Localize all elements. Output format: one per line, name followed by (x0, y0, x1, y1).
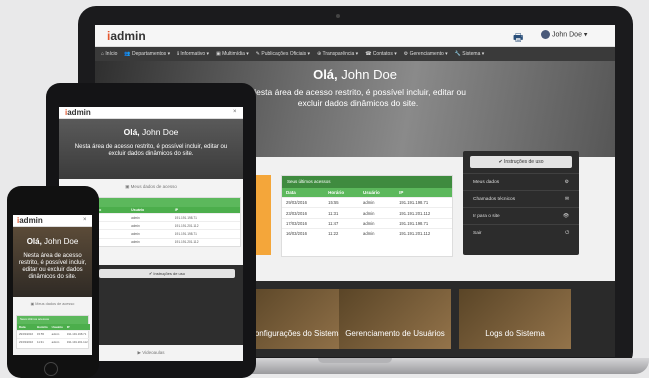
table-cell: 191.191.198.71 (395, 217, 452, 229)
table-cell: admin (359, 228, 396, 239)
side-item-sair[interactable]: Sair ⏻ (463, 224, 579, 241)
phone-logo[interactable]: iadmin (17, 216, 43, 225)
table-cell: admin (49, 337, 65, 346)
table-cell: admin (49, 330, 65, 339)
close-icon[interactable]: × (83, 217, 87, 223)
table-cell: 191.191.198.71 (171, 229, 240, 239)
table-cell: 15:55 (35, 330, 50, 339)
table-cell: 17/03/2016 (282, 217, 325, 229)
phone-home-button[interactable] (44, 362, 58, 376)
card-logs[interactable]: Logs do Sistema (459, 289, 571, 349)
table-cell: 29/03/2016 (17, 330, 35, 339)
laptop-logo[interactable]: iadmin (107, 29, 146, 43)
table-cell: 191.191.201.112 (171, 221, 240, 230)
table-cell: admin (128, 237, 172, 246)
access-table: Seus últimos acessos Data Horário Usuári… (281, 175, 453, 257)
col-header: Horário (324, 188, 360, 198)
hero-text: Nesta área de acesso restrito, é possíve… (250, 87, 466, 108)
laptop-camera (336, 14, 340, 18)
side-item-meus-dados[interactable]: Meus dados ⚙ (463, 173, 579, 190)
table-cell: 191.191.201.112 (395, 207, 452, 219)
laptop-notch (318, 358, 392, 363)
phone-table-title: Seus últimos acessos (17, 316, 88, 324)
table-row: 23/03/2016 11:31 admin 191.191.201.112 (282, 207, 452, 219)
menu-item-sistema[interactable]: 🔧 Sistema ▾ (455, 51, 485, 57)
table-cell: 11:47 (324, 217, 360, 229)
tablet-instructions-button[interactable]: ✔ Instruções de uso (99, 269, 235, 278)
hero-title: Olá, John Doe (313, 67, 397, 82)
menu-item-publicacoes[interactable]: ✎ Publicações Oficiais ▾ (256, 51, 310, 57)
menu-item-departamentos[interactable]: 👥 Departamentos ▾ (124, 51, 170, 57)
table-cell: admin (128, 221, 172, 230)
side-item-ir-site[interactable]: Ir para o site 👁 (463, 207, 579, 224)
avatar (541, 30, 550, 39)
table-cell: 29/03/2016 (282, 196, 325, 208)
card-configuracoes[interactable]: Configurações do Sistema (241, 289, 351, 349)
card-gerenciamento[interactable]: Gerenciamento de Usuários (339, 289, 451, 349)
side-item-label: Ir para o site (473, 214, 500, 219)
table-cell: 191.191.201.112 (171, 237, 240, 246)
main-menu: ⌂ Início 👥 Departamentos ▾ ℹ Informativo… (95, 47, 615, 61)
table-cell: 191.191.198.71 (395, 196, 452, 208)
side-item-label: Sair (473, 231, 482, 236)
side-panel: ✔ Instruções de uso Meus dados ⚙ Chamados… (463, 151, 579, 255)
phone-hero-text: Nesta área de acesso restrito, é possíve… (18, 253, 87, 280)
phone-screen: iadmin × Olá, John Doe Nesta área de ace… (13, 215, 92, 355)
phone-access-link[interactable]: ▣ Meus dados de acesso (13, 297, 92, 311)
menu-item-informativo[interactable]: ℹ Informativo ▾ (177, 51, 209, 57)
user-menu[interactable]: John Doe ▾ (541, 30, 587, 39)
phone-hero-title: Olá, John Doe (26, 237, 79, 246)
print-icon[interactable]: 🖶 (513, 29, 525, 44)
access-table-title: Seus últimos acessos (282, 176, 452, 188)
col-header: Usuário (359, 188, 396, 198)
table-cell: 11:31 (35, 337, 50, 346)
col-header: Data (282, 188, 325, 198)
close-icon[interactable]: × (233, 109, 237, 115)
table-cell: admin (128, 212, 172, 222)
tablet-hero-title: Olá, John Doe (123, 127, 179, 137)
side-item-chamados[interactable]: Chamados técnicos ✉ (463, 190, 579, 207)
table-cell: admin (128, 229, 172, 239)
table-cell: 23/03/2016 (282, 207, 325, 219)
eye-icon: 👁 (562, 214, 569, 219)
side-item-label: Chamados técnicos (473, 197, 516, 202)
menu-item-gerenciamento[interactable]: ⚙ Gerenciamento ▾ (404, 51, 448, 57)
table-cell: admin (359, 196, 396, 208)
menu-item-multimidia[interactable]: ▣ Multimídia ▾ (216, 51, 249, 57)
tablet-hero-text: Nesta área de acesso restrito, é possíve… (74, 144, 228, 157)
table-cell: 11:31 (324, 207, 360, 219)
table-cell: 11:22 (324, 228, 360, 239)
table-row: 29/03/2016 15:55 admin 191.191.198.71 (17, 330, 90, 339)
table-cell: 23/03/2016 (17, 337, 35, 346)
tablet-logo[interactable]: iadmin (65, 108, 91, 117)
menu-item-inicio[interactable]: ⌂ Início (101, 51, 117, 57)
menu-item-transparencia[interactable]: ⊕ Transparência ▾ (317, 51, 358, 57)
table-row: 23/03/2016 11:31 admin 191.191.201.112 (17, 337, 90, 346)
table-row: 16/03/2016 11:22 admin 191.191.201.112 (282, 228, 452, 239)
table-cell: 191.191.201.112 (395, 228, 452, 239)
gear-icon: ⚙ (564, 180, 569, 185)
table-cell: 15:55 (324, 196, 360, 208)
menu-item-contatos[interactable]: ☎ Contatos ▾ (365, 51, 397, 57)
table-row: 17/03/2016 11:47 admin 191.191.198.71 (282, 217, 452, 229)
table-cell: 191.191.198.71 (171, 212, 240, 222)
table-cell: admin (359, 217, 396, 229)
col-header: IP (395, 188, 452, 198)
power-icon: ⏻ (565, 231, 569, 236)
table-row: 29/03/2016 15:55 admin 191.191.198.71 (282, 196, 452, 208)
envelope-icon: ✉ (564, 197, 569, 202)
table-cell: 16/03/2016 (282, 228, 325, 239)
laptop-topbar (95, 25, 615, 47)
table-cell: admin (359, 207, 396, 219)
instructions-button[interactable]: ✔ Instruções de uso (470, 156, 572, 168)
table-cell: 191.191.198.71 (64, 330, 90, 339)
phone-access-table: Seus últimos acessos Data Horário Usuário I… (16, 315, 90, 349)
side-item-label: Meus dados (473, 180, 500, 185)
table-cell: 191.191.201.112 (64, 337, 90, 346)
table-header-row: Data Horário Usuário IP (282, 188, 452, 198)
